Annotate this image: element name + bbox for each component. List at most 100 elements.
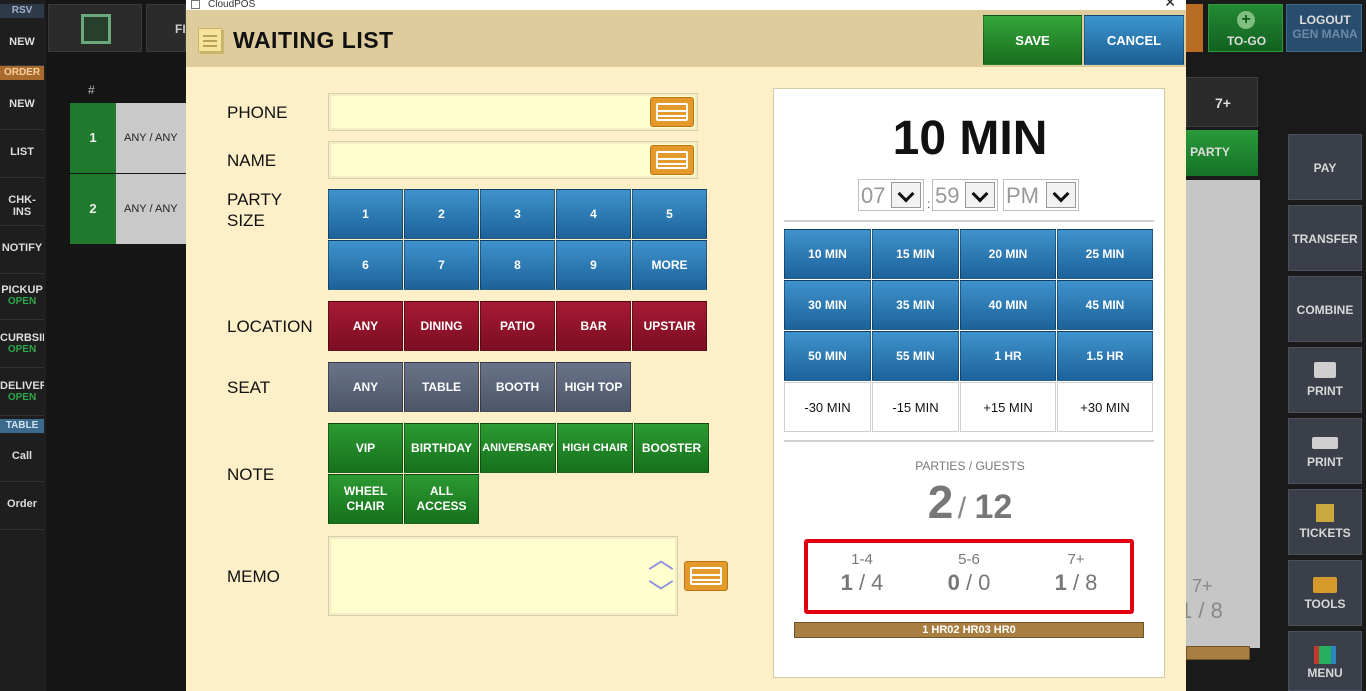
party-size-8-button[interactable]: 8 (480, 240, 555, 290)
nav-status: OPEN (7, 392, 37, 403)
group-label: 7+ (1067, 551, 1085, 568)
memo-keyboard-icon[interactable] (684, 561, 728, 591)
party-size-5-button[interactable]: 5 (632, 189, 707, 239)
time-minus-30-button[interactable]: -30 MIN (784, 382, 871, 432)
party-size-4-button[interactable]: 4 (556, 189, 631, 239)
phone-keyboard-icon[interactable] (650, 97, 694, 127)
tile-label: MENU (1307, 666, 1343, 680)
nav-pickup[interactable]: PICKUP OPEN (0, 284, 44, 320)
group-label: 1-4 (851, 551, 873, 568)
logout-button[interactable]: LOGOUT GEN MANA (1286, 4, 1362, 52)
time-1-5-hr-button[interactable]: 1.5 HR (1057, 331, 1153, 381)
time-20-min-button[interactable]: 20 MIN (960, 229, 1056, 279)
time-1-hr-button[interactable]: 1 HR (960, 331, 1056, 381)
nav-list[interactable]: LIST (0, 146, 44, 178)
menu-button[interactable]: MENU (1288, 631, 1362, 691)
seat-booth-button[interactable]: BOOTH (480, 362, 555, 412)
tickets-button[interactable]: TICKETS (1288, 489, 1362, 555)
group-parties: 1 (840, 570, 853, 595)
chevron-down-icon[interactable] (1046, 182, 1076, 208)
nav-call[interactable]: Call (0, 450, 44, 482)
location-upstair-button[interactable]: UPSTAIR (632, 301, 707, 351)
nav-chk-ins[interactable]: CHK-INS (0, 194, 44, 226)
pay-button[interactable]: PAY (1288, 134, 1362, 200)
togo-label: TO-GO (1226, 34, 1267, 48)
party-size-6-button[interactable]: 6 (328, 240, 403, 290)
nav-new-order[interactable]: NEW (0, 98, 44, 130)
name-keyboard-icon[interactable] (650, 145, 694, 175)
notepad-icon (198, 28, 222, 52)
location-label: LOCATION (227, 317, 313, 336)
nav-delivery[interactable]: DELIVER OPEN (0, 380, 44, 416)
time-45-min-button[interactable]: 45 MIN (1057, 280, 1153, 330)
tile-label: COMBINE (1296, 303, 1354, 317)
seat-any-button[interactable]: ANY (328, 362, 403, 412)
party-7plus-button[interactable]: 7+ (1186, 77, 1258, 127)
nav-notify[interactable]: NOTIFY (0, 242, 44, 274)
table-row[interactable]: 1 ANY / ANY (70, 103, 186, 173)
location-any-button[interactable]: ANY (328, 301, 403, 351)
table-row[interactable]: 2 ANY / ANY (70, 174, 186, 244)
party-size-1-button[interactable]: 1 (328, 189, 403, 239)
scroll-up-icon[interactable]: ︿ (648, 546, 674, 572)
note-booster-button[interactable]: BOOSTER (634, 423, 709, 473)
note-high-chair-button[interactable]: HIGH CHAIR (557, 423, 633, 473)
time-minus-15-button[interactable]: -15 MIN (872, 382, 959, 432)
time-25-min-button[interactable]: 25 MIN (1057, 229, 1153, 279)
combine-button[interactable]: COMBINE (1288, 276, 1362, 342)
nav-order[interactable]: Order (0, 498, 44, 530)
time-plus-15-button[interactable]: +15 MIN (960, 382, 1056, 432)
note-wheel-chair-button[interactable]: WHEEL CHAIR (328, 474, 403, 524)
name-input[interactable] (328, 141, 698, 179)
nav-status: OPEN (7, 344, 37, 355)
party-size-more-button[interactable]: MORE (632, 240, 707, 290)
seat-label: SEAT (227, 378, 271, 397)
party-size-3-button[interactable]: 3 (480, 189, 555, 239)
location-patio-button[interactable]: PATIO (480, 301, 555, 351)
time-50-min-button[interactable]: 50 MIN (784, 331, 871, 381)
time-35-min-button[interactable]: 35 MIN (872, 280, 959, 330)
party-size-2-button[interactable]: 2 (404, 189, 479, 239)
note-birthday-button[interactable]: BIRTHDAY (404, 423, 479, 473)
bg-top-button[interactable]: FI (146, 4, 186, 52)
party-size-9-button[interactable]: 9 (556, 240, 631, 290)
memo-textarea[interactable] (328, 536, 678, 616)
transfer-button[interactable]: TRANSFER (1288, 205, 1362, 271)
print-all-button[interactable]: PRINT (1288, 418, 1362, 484)
minute-select[interactable]: 59 (932, 179, 998, 211)
party-button[interactable]: PARTY (1186, 130, 1258, 176)
logo-button[interactable] (48, 4, 142, 52)
print-button[interactable]: PRINT (1288, 347, 1362, 413)
time-55-min-button[interactable]: 55 MIN (872, 331, 959, 381)
time-plus-30-button[interactable]: +30 MIN (1057, 382, 1153, 432)
cancel-button[interactable]: CANCEL (1084, 15, 1184, 65)
party-size-7-button[interactable]: 7 (404, 240, 479, 290)
chevron-down-icon[interactable] (965, 182, 995, 208)
note-vip-button[interactable]: VIP (328, 423, 403, 473)
save-button[interactable]: SAVE (983, 15, 1082, 65)
location-bar-button[interactable]: BAR (556, 301, 631, 351)
time-40-min-button[interactable]: 40 MIN (960, 280, 1056, 330)
phone-input[interactable] (328, 93, 698, 131)
group-ratio: 1 / 8 (1054, 570, 1098, 595)
chevron-down-icon[interactable] (891, 182, 921, 208)
togo-button[interactable]: + TO-GO (1208, 4, 1283, 52)
nav-new-rsv[interactable]: NEW (0, 36, 44, 66)
note-label: NOTE (227, 465, 275, 484)
seat-table-button[interactable]: TABLE (404, 362, 479, 412)
time-15-min-button[interactable]: 15 MIN (872, 229, 959, 279)
scroll-down-icon[interactable]: ﹀ (648, 580, 674, 606)
note-all-access-button[interactable]: ALL ACCESS (404, 474, 479, 524)
divider (784, 440, 1154, 442)
note-aniversary-button[interactable]: ANIVERSARY (480, 423, 556, 473)
location-dining-button[interactable]: DINING (404, 301, 479, 351)
ampm-select[interactable]: PM (1003, 179, 1079, 211)
seat-high-top-button[interactable]: HIGH TOP (556, 362, 631, 412)
time-30-min-button[interactable]: 30 MIN (784, 280, 871, 330)
nav-curbside[interactable]: CURBSIDOPEN (0, 332, 44, 368)
hour-select[interactable]: 07 (858, 179, 924, 211)
tools-button[interactable]: TOOLS (1288, 560, 1362, 626)
time-10-min-button[interactable]: 10 MIN (784, 229, 871, 279)
close-icon[interactable]: ✕ (1164, 0, 1176, 9)
orange-tab[interactable] (1186, 4, 1203, 52)
